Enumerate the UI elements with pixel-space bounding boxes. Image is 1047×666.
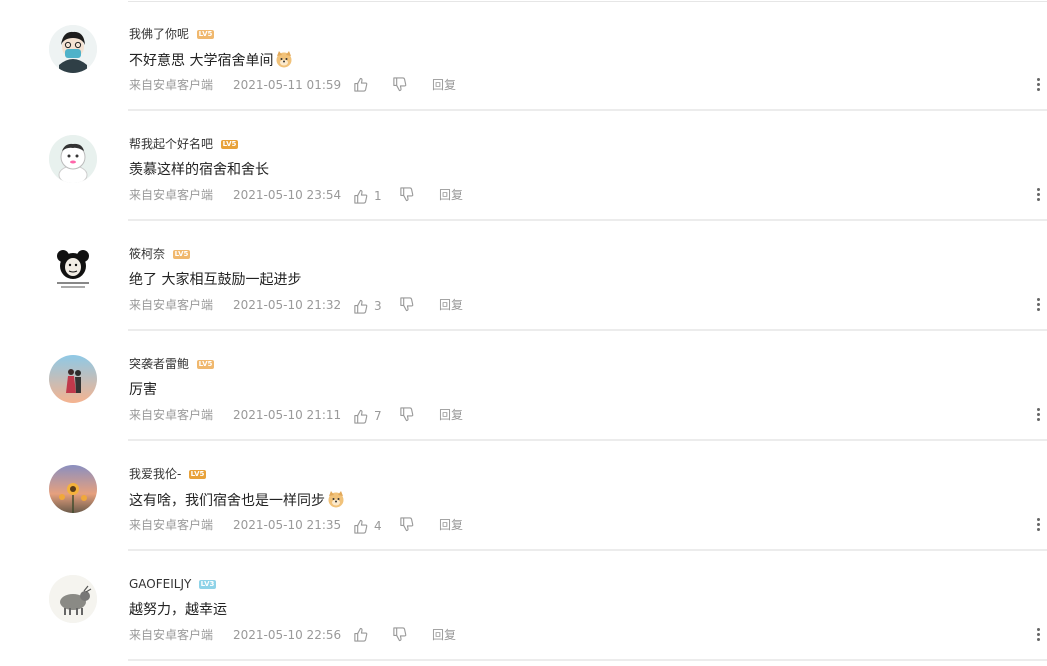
thumbs-down-icon xyxy=(400,297,414,312)
source-label: 来自安卓客户端 xyxy=(129,298,214,312)
like-button[interactable]: 7 xyxy=(353,407,382,425)
username[interactable]: 我佛了你呢 xyxy=(129,26,189,42)
like-button[interactable] xyxy=(353,77,374,92)
timestamp: 2021-05-10 21:32 xyxy=(233,298,342,312)
like-count: 7 xyxy=(374,409,382,423)
comment-text: 羡慕这样的宿舍和舍长 xyxy=(129,160,269,180)
like-count: 1 xyxy=(374,189,382,203)
reply-button[interactable]: 回复 xyxy=(439,406,463,424)
comment-item: 筱柯奈 LV5 绝了 大家相互鼓励一起进步 来自安卓客户端 2021-05-10… xyxy=(0,221,1047,331)
username[interactable]: 帮我起个好名吧 xyxy=(129,136,213,152)
username[interactable]: 我爱我伦- xyxy=(129,466,181,482)
level-badge: LV5 xyxy=(197,360,214,369)
avatar[interactable] xyxy=(49,245,97,293)
comment-text-body: 厉害 xyxy=(129,382,157,398)
avatar[interactable] xyxy=(49,135,97,183)
reply-button[interactable]: 回复 xyxy=(439,516,463,534)
comment-text: 越努力，越幸运 xyxy=(129,600,227,620)
comment-meta: 来自安卓客户端 2021-05-11 01:59 回复 xyxy=(0,76,1047,94)
timestamp: 2021-05-10 21:35 xyxy=(233,518,342,532)
comment-text-body: 这有啥，我们宿舍也是一样同步 xyxy=(129,493,325,509)
thumbs-down-icon xyxy=(393,77,407,92)
like-button[interactable]: 4 xyxy=(353,517,382,535)
reply-button[interactable]: 回复 xyxy=(432,626,456,644)
username[interactable]: GAOFEILJY xyxy=(129,576,191,592)
like-button[interactable]: 1 xyxy=(353,187,382,205)
timestamp: 2021-05-10 22:56 xyxy=(233,628,342,642)
comment-text-body: 羡慕这样的宿舍和舍长 xyxy=(129,162,269,178)
source-label: 来自安卓客户端 xyxy=(129,628,214,642)
comment-text-body: 绝了 大家相互鼓励一起进步 xyxy=(129,272,302,288)
timestamp: 2021-05-10 21:11 xyxy=(233,408,342,422)
like-button[interactable]: 3 xyxy=(353,297,382,315)
comment-meta: 来自安卓客户端 2021-05-10 21:32 3 回复 xyxy=(0,296,1047,314)
timestamp: 2021-05-11 01:59 xyxy=(233,78,342,92)
doge-emoji-icon xyxy=(275,50,293,74)
source-label: 来自安卓客户端 xyxy=(129,408,214,422)
comment-item: 突袭者雷鲍 LV5 厉害 来自安卓客户端 2021-05-10 21:11 7 … xyxy=(0,331,1047,441)
more-options-icon[interactable] xyxy=(1037,628,1041,642)
more-options-icon[interactable] xyxy=(1037,298,1041,312)
dislike-button[interactable] xyxy=(399,407,414,427)
avatar[interactable] xyxy=(49,465,97,513)
source-label: 来自安卓客户端 xyxy=(129,518,214,532)
dislike-button[interactable] xyxy=(392,77,407,97)
dislike-button[interactable] xyxy=(399,297,414,317)
comment-text: 这有啥，我们宿舍也是一样同步 xyxy=(129,490,345,514)
avatar[interactable] xyxy=(49,25,97,73)
dislike-button[interactable] xyxy=(392,627,407,647)
thumbs-down-icon xyxy=(400,407,414,422)
comment-text: 厉害 xyxy=(129,380,157,400)
thumbs-down-icon xyxy=(393,627,407,642)
avatar[interactable] xyxy=(49,355,97,403)
thumbs-up-icon xyxy=(354,409,368,424)
reply-button[interactable]: 回复 xyxy=(439,296,463,314)
reply-button[interactable]: 回复 xyxy=(432,76,456,94)
like-button[interactable] xyxy=(353,627,374,642)
avatar[interactable] xyxy=(49,575,97,623)
thumbs-up-icon xyxy=(354,627,368,642)
comment-text-body: 越努力，越幸运 xyxy=(129,602,227,618)
source-label: 来自安卓客户端 xyxy=(129,78,214,92)
more-options-icon[interactable] xyxy=(1037,408,1041,422)
comment-text: 不好意思 大学宿舍单间 xyxy=(129,50,293,74)
thumbs-up-icon xyxy=(354,299,368,314)
comment-meta: 来自安卓客户端 2021-05-10 21:11 7 回复 xyxy=(0,406,1047,424)
like-count: 3 xyxy=(374,299,382,313)
dislike-button[interactable] xyxy=(399,187,414,207)
level-badge: LV5 xyxy=(189,470,206,479)
level-badge: LV5 xyxy=(221,140,238,149)
thumbs-up-icon xyxy=(354,189,368,204)
timestamp: 2021-05-10 23:54 xyxy=(233,188,342,202)
dislike-button[interactable] xyxy=(399,517,414,537)
comment-meta: 来自安卓客户端 2021-05-10 23:54 1 回复 xyxy=(0,186,1047,204)
doge-emoji-icon xyxy=(327,490,345,514)
thumbs-down-icon xyxy=(400,187,414,202)
thumbs-up-icon xyxy=(354,519,368,534)
comment-item: 我佛了你呢 LV5 不好意思 大学宿舍单间 来自安卓客户端 2021-05-11… xyxy=(0,1,1047,111)
comment-item: 我爱我伦- LV5 这有啥，我们宿舍也是一样同步 来自安卓客户端 2021-05… xyxy=(0,441,1047,551)
level-badge: LV3 xyxy=(199,580,216,589)
comment-item: 帮我起个好名吧 LV5 羡慕这样的宿舍和舍长 来自安卓客户端 2021-05-1… xyxy=(0,111,1047,221)
comment-meta: 来自安卓客户端 2021-05-10 22:56 回复 xyxy=(0,626,1047,644)
comment-text: 绝了 大家相互鼓励一起进步 xyxy=(129,270,301,290)
username[interactable]: 筱柯奈 xyxy=(129,246,165,262)
comment-meta: 来自安卓客户端 2021-05-10 21:35 4 回复 xyxy=(0,516,1047,534)
more-options-icon[interactable] xyxy=(1037,188,1041,202)
comment-text-body: 不好意思 大学宿舍单间 xyxy=(129,53,274,69)
level-badge: LV5 xyxy=(173,250,190,259)
thumbs-up-icon xyxy=(354,77,368,92)
source-label: 来自安卓客户端 xyxy=(129,188,214,202)
reply-button[interactable]: 回复 xyxy=(439,186,463,204)
more-options-icon[interactable] xyxy=(1037,78,1041,92)
username[interactable]: 突袭者雷鲍 xyxy=(129,356,189,372)
like-count: 4 xyxy=(374,519,382,533)
comment-list: 我佛了你呢 LV5 不好意思 大学宿舍单间 来自安卓客户端 2021-05-11… xyxy=(0,0,1047,666)
more-options-icon[interactable] xyxy=(1037,518,1041,532)
divider xyxy=(128,659,1047,661)
level-badge: LV5 xyxy=(197,30,214,39)
thumbs-down-icon xyxy=(400,517,414,532)
comment-item: GAOFEILJY LV3 越努力，越幸运 来自安卓客户端 2021-05-10… xyxy=(0,551,1047,661)
